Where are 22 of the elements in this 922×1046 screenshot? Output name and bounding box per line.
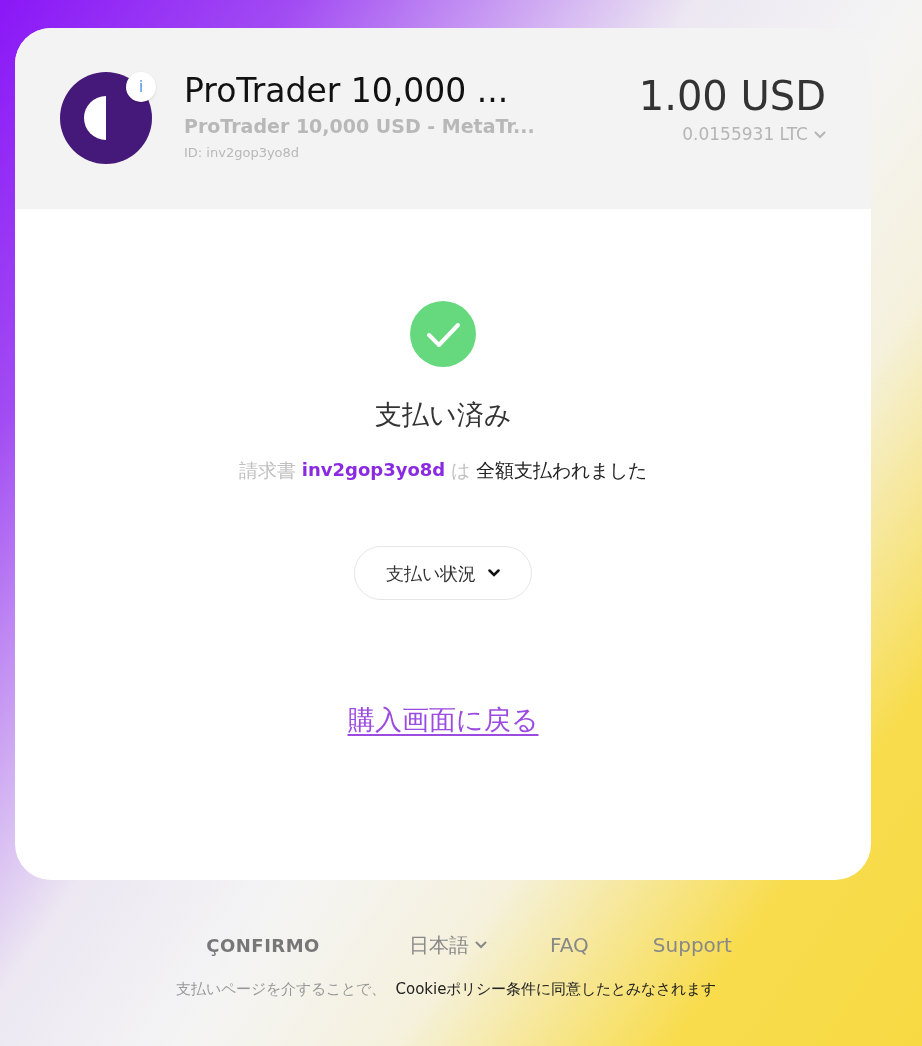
language-selector[interactable]: 日本語 [378,930,519,960]
cookie-policy-link[interactable]: Cookieポリシー条件に同意したとみなされます [395,978,717,1001]
footer-link[interactable]: FAQ [518,930,621,960]
return-link[interactable]: 購入画面に戻る [347,700,539,741]
payment-status-button[interactable]: 支払い状況 [354,546,532,600]
info-badge[interactable]: i [126,72,156,102]
chevron-down-icon [814,130,826,139]
chevron-down-icon [475,941,488,949]
consent-text: 支払いページを介することで、 [175,979,386,1000]
message-text: 請求書 [238,457,296,483]
message-text: 全額支払われました [476,457,648,483]
invoice-link[interactable]: inv2gop3yo8d [301,456,446,484]
product-title: ProTrader 10,000 ... [184,72,510,110]
invoice-id: ID: inv2gop3yo8d [184,143,301,162]
footer-link[interactable]: Support [620,930,764,960]
status-title: 支払い済み [374,398,512,432]
confirmo-logo[interactable]: ÇONFIRMO [148,931,379,959]
product-subtitle: ProTrader 10,000 USD - MetaTr... [184,114,534,139]
merchant-logo-icon [60,72,152,164]
amount: 1.00 USD [638,74,826,118]
chevron-down-icon [488,569,500,577]
message-text: は [451,457,471,483]
